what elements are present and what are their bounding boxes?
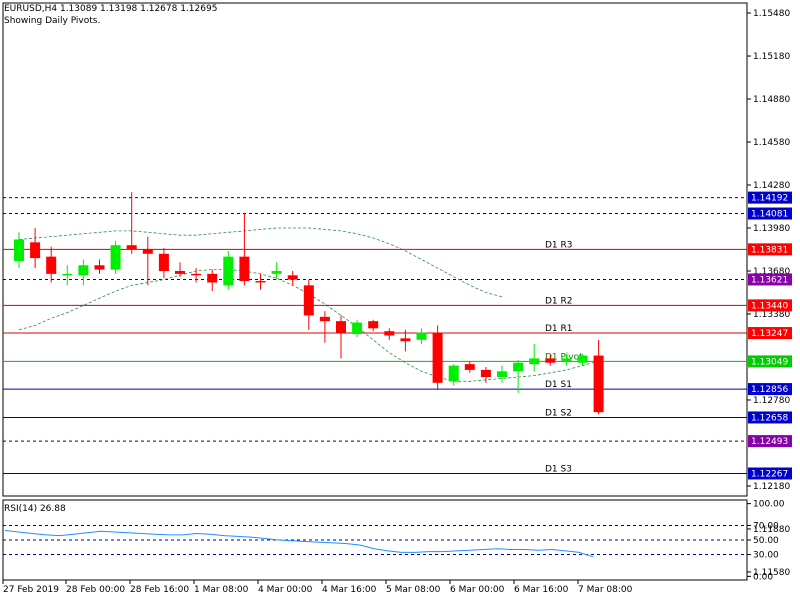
candle-body-bearish bbox=[126, 245, 137, 250]
candle-body-bearish bbox=[432, 332, 443, 383]
time-tick-label: 5 Mar 08:00 bbox=[386, 585, 441, 595]
candle-body-bearish bbox=[255, 281, 266, 283]
pivot-line-label: D1 R1 bbox=[545, 324, 573, 334]
pivot-line-label: D1 R2 bbox=[545, 296, 573, 306]
candle-body-bullish bbox=[271, 270, 282, 274]
pivot-level-tag: 1.12856 bbox=[751, 385, 788, 395]
rsi-tick-label: 0.00 bbox=[753, 572, 773, 582]
price-tick-label: 1.14880 bbox=[753, 95, 790, 105]
price-tick-label: 1.12780 bbox=[753, 396, 790, 406]
price-tick-label: 1.12180 bbox=[753, 482, 790, 492]
candle-body-bullish bbox=[416, 332, 427, 340]
candle-body-bearish bbox=[94, 265, 105, 270]
candle-body-bearish bbox=[319, 316, 330, 322]
rsi-tick-label: 100.00 bbox=[753, 500, 785, 510]
candle-body-bullish bbox=[497, 371, 507, 378]
candle-body-bearish bbox=[207, 273, 218, 283]
price-tick-label: 1.13980 bbox=[753, 224, 790, 234]
price-tick-label: 1.15180 bbox=[753, 52, 790, 62]
candle-body-bearish bbox=[336, 321, 346, 333]
candle-body-bullish bbox=[110, 245, 121, 270]
time-tick-label: 28 Feb 00:00 bbox=[66, 585, 125, 595]
candle-body-bearish bbox=[593, 355, 604, 413]
time-tick-label: 4 Mar 16:00 bbox=[322, 585, 377, 595]
candle-body-bullish bbox=[14, 239, 24, 261]
candle-body-bearish bbox=[480, 369, 491, 378]
time-tick-label: 6 Mar 16:00 bbox=[514, 585, 569, 595]
pivot-level-tag: 1.13049 bbox=[751, 357, 788, 367]
candle-body-bearish bbox=[239, 256, 250, 282]
price-tick-label: 1.14280 bbox=[753, 181, 790, 191]
price-tick-label: 1.14580 bbox=[753, 138, 790, 148]
candle-body-bullish bbox=[577, 355, 588, 363]
pivot-line-label: D1 S2 bbox=[545, 408, 572, 418]
pivot-line-label: D1 R3 bbox=[545, 240, 573, 250]
rsi-tick-label: 50.00 bbox=[753, 536, 779, 546]
candle-body-bearish bbox=[400, 338, 411, 342]
price-tick-label: 1.13380 bbox=[753, 310, 790, 320]
candle-body-bullish bbox=[513, 362, 524, 372]
rsi-tick-label: 70.00 bbox=[753, 521, 779, 531]
pivot-line-label: D1 S1 bbox=[545, 380, 572, 390]
pivot-level-tag: 1.13831 bbox=[751, 245, 788, 255]
candle-body-bearish bbox=[287, 275, 298, 280]
candle-body-bullish bbox=[352, 322, 363, 335]
rsi-title: RSI(14) 26.88 bbox=[4, 504, 66, 514]
candle-body-bullish bbox=[62, 273, 73, 276]
chart-title: EURUSD,H4 1.13089 1.13198 1.12678 1.1269… bbox=[4, 4, 218, 14]
time-tick-label: 28 Feb 16:00 bbox=[130, 585, 189, 595]
time-tick-label: 27 Feb 2019 bbox=[3, 585, 59, 595]
dashed-level-tag: 1.12493 bbox=[751, 437, 788, 447]
candle-body-bearish bbox=[158, 253, 169, 271]
candle-body-bearish bbox=[30, 242, 41, 259]
pivot-level-tag: 1.12267 bbox=[751, 469, 788, 479]
candle-body-bullish bbox=[448, 365, 459, 382]
dashed-level-tag: 1.13621 bbox=[751, 275, 788, 285]
candle-body-bearish bbox=[545, 358, 556, 363]
time-tick-label: 1 Mar 08:00 bbox=[194, 585, 249, 595]
price-tick-label: 1.15480 bbox=[753, 9, 790, 19]
dashed-level-tag: 1.14192 bbox=[751, 194, 788, 204]
pivot-level-tag: 1.13247 bbox=[751, 329, 788, 339]
candle-body-bearish bbox=[303, 285, 314, 316]
candle-body-bullish bbox=[561, 358, 572, 362]
rsi-line bbox=[4, 530, 594, 558]
candle-body-bearish bbox=[142, 249, 153, 254]
pivot-level-tag: 1.13440 bbox=[751, 301, 788, 311]
rsi-tick-label: 30.00 bbox=[753, 551, 779, 561]
candle-body-bullish bbox=[529, 358, 540, 365]
pivot-level-tag: 1.12658 bbox=[751, 413, 788, 423]
candle-body-bearish bbox=[368, 321, 379, 329]
candle-body-bullish bbox=[78, 265, 89, 276]
candle-body-bearish bbox=[191, 273, 202, 276]
pivot-line-label: D1 S3 bbox=[545, 464, 572, 474]
time-tick-label: 4 Mar 00:00 bbox=[258, 585, 313, 595]
candle-body-bearish bbox=[46, 256, 57, 274]
chart-canvas: 1.15480 1.15180 1.14880 1.14580 1.14280 1.139… bbox=[2, 2, 792, 595]
chart-window: 1.15480 1.15180 1.14880 1.14580 1.14280 1.139… bbox=[0, 0, 800, 600]
candle-body-bearish bbox=[175, 270, 185, 274]
time-tick-label: 7 Mar 08:00 bbox=[578, 585, 633, 595]
candle-body-bullish bbox=[223, 256, 234, 286]
pivot-caption: Showing Daily Pivots. bbox=[4, 16, 101, 26]
candle-body-bearish bbox=[464, 364, 475, 370]
dashed-level-tag: 1.14081 bbox=[751, 210, 788, 220]
candle-body-bearish bbox=[384, 331, 395, 336]
time-tick-label: 6 Mar 00:00 bbox=[450, 585, 505, 595]
